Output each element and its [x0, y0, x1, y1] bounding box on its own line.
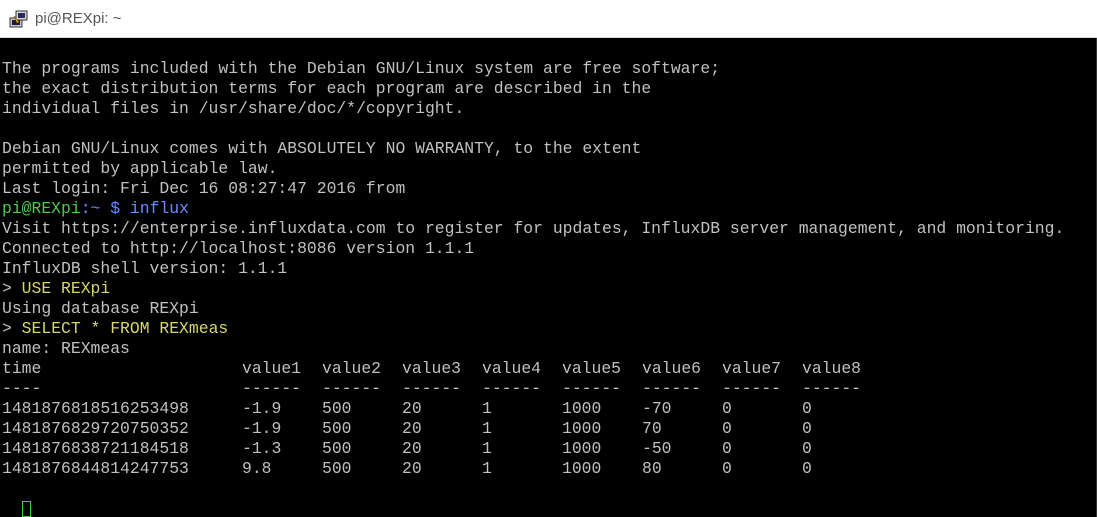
- table-cell: 1: [482, 439, 492, 458]
- table-cell: 20: [402, 439, 422, 458]
- table-cell: 0: [722, 459, 732, 478]
- column-separator: ------: [322, 379, 382, 398]
- shell-command: influx: [120, 199, 189, 218]
- column-header: time: [2, 359, 42, 378]
- column-header: value3: [402, 359, 462, 378]
- table-cell: 0: [802, 459, 812, 478]
- motd-line: the exact distribution terms for each pr…: [2, 79, 652, 98]
- column-header: value7: [722, 359, 782, 378]
- table-cell: -1.3: [242, 439, 282, 458]
- table-cell: 0: [722, 439, 732, 458]
- table-cell: 0: [802, 399, 812, 418]
- last-login-line: Last login: Fri Dec 16 08:27:47 2016 fro…: [2, 179, 406, 198]
- table-cell: 1481876818516253498: [2, 399, 189, 418]
- table-cell: 20: [402, 459, 422, 478]
- window-titlebar: pi@REXpi: ~: [0, 0, 1097, 38]
- motd-line: The programs included with the Debian GN…: [2, 59, 721, 78]
- table-cell: -70: [642, 399, 672, 418]
- table-separator-row: ---- ------ ------ ------ ------ ------ …: [2, 379, 1092, 399]
- table-cell: 500: [322, 399, 352, 418]
- column-separator: ----: [2, 379, 42, 398]
- influx-command-line: > USE REXpi: [2, 279, 110, 299]
- table-cell: 1: [482, 399, 492, 418]
- table-cell: 20: [402, 399, 422, 418]
- table-cell: 1000: [562, 419, 602, 438]
- table-cell: 9.8: [242, 459, 272, 478]
- table-cell: 0: [802, 439, 812, 458]
- column-separator: ------: [722, 379, 782, 398]
- table-cell: 70: [642, 419, 662, 438]
- table-cell: 0: [722, 399, 732, 418]
- table-cell: 1000: [562, 399, 602, 418]
- input-prompt-line[interactable]: >: [2, 499, 62, 517]
- influx-prompt: >: [2, 319, 12, 338]
- table-cell: 1: [482, 419, 492, 438]
- column-separator: ------: [802, 379, 862, 398]
- text-cursor: [22, 501, 31, 517]
- table-cell: 0: [722, 419, 732, 438]
- table-cell: -1.9: [242, 399, 282, 418]
- column-header: value6: [642, 359, 702, 378]
- prompt-user-host: pi@REXpi: [2, 199, 81, 218]
- table-cell: 1000: [562, 459, 602, 478]
- putty-icon[interactable]: [9, 9, 29, 29]
- column-header: value1: [242, 359, 302, 378]
- column-separator: ------: [642, 379, 702, 398]
- table-row: 1481876829720750352 -1.9 500 20 1 1000 7…: [2, 419, 1092, 439]
- influx-command: SELECT * FROM REXmeas: [11, 319, 229, 338]
- table-cell: 1481876838721184518: [2, 439, 189, 458]
- table-cell: 1481876829720750352: [2, 419, 189, 438]
- influx-command-line: > SELECT * FROM REXmeas: [2, 319, 228, 339]
- table-cell: 1481876844814247753: [2, 459, 189, 478]
- column-header: value5: [562, 359, 622, 378]
- motd-line: individual files in /usr/share/doc/*/cop…: [2, 99, 465, 118]
- prompt-symbol: $: [100, 199, 121, 218]
- influx-output-line: Connected to http://localhost:8086 versi…: [2, 239, 475, 258]
- column-separator: ------: [562, 379, 622, 398]
- table-cell: 500: [322, 459, 352, 478]
- column-separator: ------: [242, 379, 302, 398]
- table-cell: 1: [482, 459, 492, 478]
- column-header: value4: [482, 359, 542, 378]
- result-name-line: name: REXmeas: [2, 339, 130, 358]
- terminal-output[interactable]: The programs included with the Debian GN…: [0, 38, 1097, 517]
- shell-prompt-line: pi@REXpi:~ $ influx: [2, 199, 189, 219]
- table-row: 1481876818516253498 -1.9 500 20 1 1000 -…: [2, 399, 1092, 419]
- motd-line: Debian GNU/Linux comes with ABSOLUTELY N…: [2, 139, 642, 158]
- table-cell: 80: [642, 459, 662, 478]
- influx-output-line: InfluxDB shell version: 1.1.1: [2, 259, 288, 278]
- table-header-row: time value1 value2 value3 value4 value5 …: [2, 359, 1092, 379]
- prompt-path: :~: [80, 199, 101, 218]
- table-cell: 1000: [562, 439, 602, 458]
- column-separator: ------: [402, 379, 462, 398]
- motd-line: permitted by applicable law.: [2, 159, 278, 178]
- table-cell: 20: [402, 419, 422, 438]
- influx-prompt: >: [2, 279, 12, 298]
- table-cell: 500: [322, 439, 352, 458]
- table-cell: -1.9: [242, 419, 282, 438]
- table-cell: -50: [642, 439, 672, 458]
- table-row: 1481876844814247753 9.8 500 20 1 1000 80…: [2, 459, 1092, 479]
- window-title: pi@REXpi: ~: [35, 10, 122, 27]
- influx-command: USE REXpi: [11, 279, 111, 298]
- influx-output-line: Visit https://enterprise.influxdata.com …: [2, 219, 1065, 238]
- column-header: value2: [322, 359, 382, 378]
- table-row: 1481876838721184518 -1.3 500 20 1 1000 -…: [2, 439, 1092, 459]
- table-cell: 0: [802, 419, 812, 438]
- influx-response-line: Using database REXpi: [2, 299, 199, 318]
- column-header: value8: [802, 359, 862, 378]
- table-cell: 500: [322, 419, 352, 438]
- column-separator: ------: [482, 379, 542, 398]
